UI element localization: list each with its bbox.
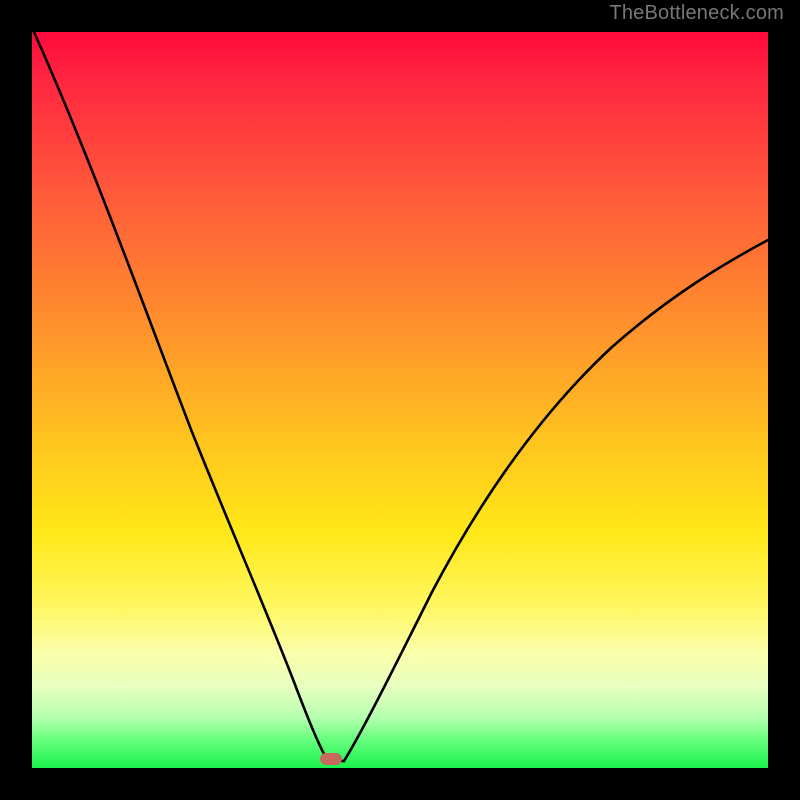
bottleneck-curve: [32, 32, 768, 768]
minimum-marker: [320, 753, 342, 765]
curve-left-branch: [34, 32, 328, 761]
watermark-text: TheBottleneck.com: [609, 2, 784, 25]
plot-area: [32, 32, 768, 768]
curve-right-branch: [344, 240, 768, 761]
chart-frame: TheBottleneck.com: [0, 0, 800, 800]
